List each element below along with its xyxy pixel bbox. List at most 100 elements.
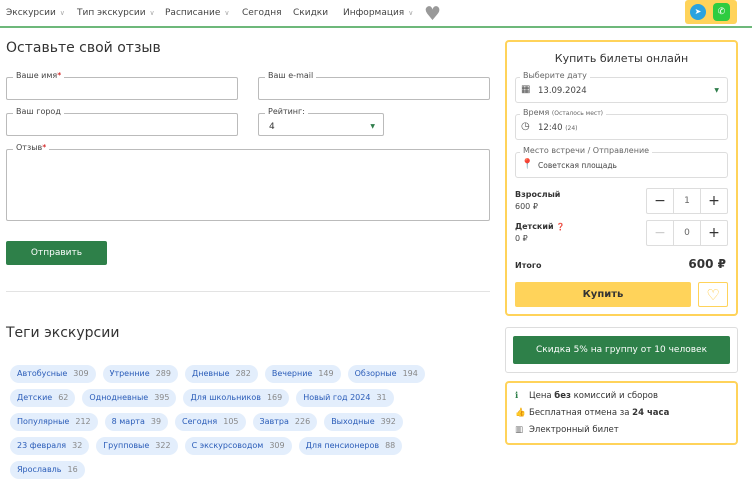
nav-schedule[interactable]: Расписание ∨ — [165, 8, 229, 18]
city-input[interactable]: Ваш город — [6, 107, 238, 136]
rating-label: Рейтинг: — [265, 107, 308, 116]
tag-label: Утренние — [109, 369, 150, 378]
adult-stepper: −1 + — [646, 188, 728, 214]
date-label: Выберите дату — [520, 71, 590, 80]
total-label: Итого — [515, 261, 542, 270]
tag-count: 194 — [402, 369, 418, 378]
nav-excursions[interactable]: Экскурсии ∨ — [6, 8, 65, 18]
tag-label: Для школьников — [190, 393, 261, 402]
review-title: Оставьте свой отзыв — [6, 40, 161, 56]
nav-discounts[interactable]: Скидки — [293, 8, 328, 18]
adult-price: 600 ₽ — [515, 202, 538, 211]
tag-count: 16 — [67, 465, 78, 474]
tag-item[interactable]: Ярославль 16 — [10, 461, 85, 479]
tag-count: 309 — [269, 441, 285, 450]
tag-count: 226 — [294, 417, 311, 426]
divider — [6, 291, 490, 292]
tag-label: Однодневные — [89, 393, 149, 402]
name-input[interactable]: Ваше имя* — [6, 71, 238, 100]
tag-item[interactable]: Для школьников 169 — [183, 389, 290, 407]
time-select[interactable]: Время (Осталось мест) ◷ 12:40 (24) — [515, 108, 728, 140]
nav-today[interactable]: Сегодня — [242, 8, 282, 18]
favorites-heart-icon[interactable]: ♥ — [424, 3, 441, 25]
date-value: 13.09.2024 — [538, 86, 587, 96]
top-nav: Экскурсии ∨ Тип экскурсии ∨ Расписание ∨ Се… — [0, 0, 752, 28]
help-icon: ❓ — [556, 223, 566, 231]
plus-button[interactable]: + — [701, 189, 727, 213]
chevron-down-icon: ∨ — [224, 9, 230, 17]
tag-label: Ярославль — [17, 465, 62, 474]
place-value: Советская площадь — [538, 161, 617, 170]
email-input[interactable]: Ваш e-mail — [258, 71, 490, 100]
tag-item[interactable]: 23 февраля 32 — [10, 437, 90, 455]
tag-label: Вечерние — [271, 369, 313, 378]
barcode-icon: ▥ — [515, 425, 524, 435]
tags-title: Теги экскурсии — [6, 325, 120, 341]
tag-count: 212 — [75, 417, 91, 426]
minus-button[interactable]: − — [647, 189, 673, 213]
tag-item[interactable]: Популярные 212 — [10, 413, 98, 431]
child-qty[interactable]: 0 — [673, 221, 701, 245]
tag-label: С экскурсоводом — [191, 441, 264, 450]
submit-button[interactable]: Отправить — [6, 241, 107, 265]
tags-list: Автобусные 309 Утренние 289 Дневные 282 Вечерн… — [10, 365, 490, 485]
tag-item[interactable]: Дневные 282 — [184, 365, 258, 383]
tag-label: Дневные — [191, 369, 230, 378]
chevron-down-icon: ∨ — [59, 9, 65, 17]
caret-down-icon: ▼ — [370, 123, 375, 130]
place-select[interactable]: Место встречи / Отправление 📍 Советская пл… — [515, 146, 728, 178]
buy-button[interactable]: Купить — [515, 282, 691, 307]
tag-count: 149 — [318, 369, 334, 378]
tag-item[interactable]: Обзорные 194 — [347, 365, 425, 383]
tag-item[interactable]: Для пенсионеров 88 — [298, 437, 403, 455]
tag-label: Групповые — [103, 441, 150, 450]
tag-count: 39 — [150, 417, 162, 426]
tag-label: Детские — [17, 393, 53, 402]
chevron-down-icon: ∨ — [408, 9, 414, 17]
caret-down-icon: ▼ — [714, 87, 719, 94]
tag-item[interactable]: Детские 62 — [10, 389, 76, 407]
tag-item[interactable]: Автобусные 309 — [10, 365, 96, 383]
tag-item[interactable]: Завтра 226 — [252, 413, 318, 431]
date-select[interactable]: Выберите дату ▦ 13.09.2024 ▼ — [515, 71, 728, 103]
nav-info[interactable]: Информация ∨ — [343, 8, 413, 18]
discount-button[interactable]: Скидка 5% на группу от 10 человек — [513, 336, 730, 364]
tag-label: Сегодня — [182, 417, 218, 426]
tag-count: 169 — [266, 393, 283, 402]
review-textarea[interactable]: Отзыв* — [6, 143, 490, 221]
nav-label: Экскурсии — [6, 8, 56, 18]
time-value: 12:40 (24) — [538, 123, 578, 133]
tag-count: 395 — [154, 393, 170, 402]
nav-label: Тип экскурсии — [77, 8, 146, 18]
tag-item[interactable]: 8 марта 39 — [104, 413, 169, 431]
tag-item[interactable]: Вечерние 149 — [264, 365, 341, 383]
discount-box: Скидка 5% на группу от 10 человек — [505, 327, 738, 373]
tag-count: 88 — [385, 441, 396, 450]
tag-count: 32 — [72, 441, 83, 450]
tag-item[interactable]: С экскурсоводом 309 — [184, 437, 292, 455]
tag-item[interactable]: Сегодня 105 — [175, 413, 246, 431]
tag-item[interactable]: Утренние 289 — [102, 365, 178, 383]
rating-select[interactable]: Рейтинг: 4 ▼ — [258, 107, 384, 136]
tag-item[interactable]: Выходные 392 — [324, 413, 403, 431]
calendar-icon: ▦ — [521, 84, 531, 95]
tag-item[interactable]: Новый год 2024 31 — [296, 389, 394, 407]
map-pin-icon: 📍 — [521, 159, 534, 170]
whatsapp-icon[interactable]: ✆ — [713, 3, 730, 21]
adult-qty[interactable]: 1 — [673, 189, 701, 213]
city-label: Ваш город — [13, 107, 64, 116]
minus-button[interactable]: − — [647, 221, 673, 245]
tag-item[interactable]: Групповые 322 — [96, 437, 178, 455]
tag-count: 309 — [73, 369, 89, 378]
tag-item[interactable]: Однодневные 395 — [82, 389, 177, 407]
tag-label: Автобусные — [17, 369, 68, 378]
plus-button[interactable]: + — [701, 221, 727, 245]
buy-title: Купить билеты онлайн — [554, 52, 689, 65]
tag-count: 289 — [155, 369, 171, 378]
heart-icon[interactable]: ♡ — [698, 282, 728, 307]
nav-type[interactable]: Тип экскурсии ∨ — [77, 8, 155, 18]
tag-count: 282 — [235, 369, 251, 378]
tag-count: 62 — [58, 393, 69, 402]
name-label: Ваше имя* — [13, 71, 65, 80]
telegram-icon[interactable]: ➤ — [690, 4, 706, 20]
